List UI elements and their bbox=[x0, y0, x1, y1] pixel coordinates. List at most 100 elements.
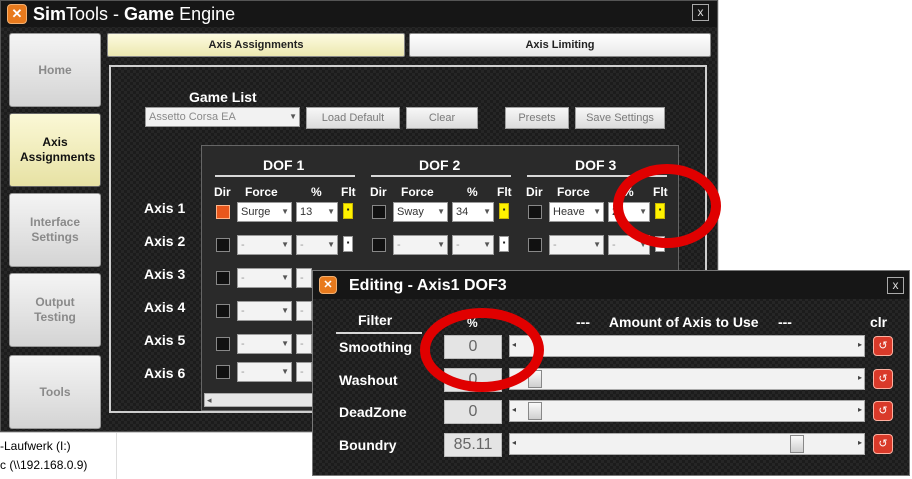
boundry-value[interactable]: 85.11 bbox=[444, 433, 502, 457]
network-drive-item[interactable]: c (\\192.168.0.9) bbox=[0, 458, 87, 472]
washout-slider[interactable]: ◂ ▸ bbox=[509, 368, 865, 390]
percent-select[interactable]: - bbox=[296, 362, 312, 382]
window-title: SimTools - Game Engine bbox=[33, 4, 236, 24]
force-select[interactable]: - ▼ bbox=[237, 268, 292, 288]
col-flt: Flt bbox=[497, 185, 512, 199]
tab-axis-limiting[interactable]: Axis Limiting bbox=[409, 33, 711, 57]
sidebar-item-axis-assignments[interactable]: Axis Assignments bbox=[9, 113, 101, 187]
sidebar-item-home[interactable]: Home bbox=[9, 33, 101, 107]
filter-button[interactable]: ▪ bbox=[499, 203, 509, 219]
deadzone-label: DeadZone bbox=[339, 404, 407, 420]
percent-select[interactable]: - ▼ bbox=[296, 235, 338, 255]
divider bbox=[371, 175, 511, 177]
boundry-slider[interactable]: ◂ ▸ bbox=[509, 433, 865, 455]
clr-header: clr bbox=[870, 314, 888, 330]
filter-button[interactable]: ▪ bbox=[343, 236, 353, 252]
clear-button[interactable]: Clear bbox=[406, 107, 478, 129]
percent-select[interactable]: - ▼ bbox=[452, 235, 494, 255]
force-select[interactable]: Heave ▼ bbox=[549, 202, 604, 222]
tab-axis-assignments[interactable]: Axis Assignments bbox=[107, 33, 405, 57]
game-list-label: Game List bbox=[189, 89, 257, 105]
divider bbox=[116, 433, 117, 479]
sidebar-item-label: Axis Assignments bbox=[20, 135, 96, 164]
presets-button[interactable]: Presets bbox=[505, 107, 569, 129]
col-dir: Dir bbox=[214, 185, 231, 199]
force-select[interactable]: - ▼ bbox=[237, 334, 292, 354]
divider bbox=[215, 175, 355, 177]
deadzone-slider[interactable]: ◂ ▸ bbox=[509, 400, 865, 422]
force-select[interactable]: Surge ▼ bbox=[237, 202, 292, 222]
slider-thumb[interactable] bbox=[790, 435, 804, 453]
sidebar-item-label: Tools bbox=[39, 384, 71, 399]
explorer-list: -Laufwerk (I:) c (\\192.168.0.9) bbox=[0, 432, 320, 479]
dir-checkbox[interactable] bbox=[528, 205, 542, 219]
filter-button[interactable]: ▪ bbox=[499, 236, 509, 252]
col-pct: % bbox=[311, 185, 322, 199]
axis-label: Axis 3 bbox=[144, 266, 186, 282]
filter-header: Filter bbox=[358, 312, 393, 328]
percent-select[interactable]: 13 ▼ bbox=[296, 202, 338, 222]
game-select[interactable]: Assetto Corsa EA ▼ bbox=[145, 107, 300, 127]
dir-checkbox[interactable] bbox=[216, 271, 230, 285]
horizontal-scrollbar[interactable]: ◂ bbox=[204, 393, 316, 407]
chevron-down-icon: ▼ bbox=[437, 240, 445, 249]
smoothing-slider[interactable]: ◂ ▸ bbox=[509, 335, 865, 357]
save-settings-button[interactable]: Save Settings bbox=[575, 107, 665, 129]
simtools-logo-icon: ✕ bbox=[319, 276, 337, 294]
smoothing-label: Smoothing bbox=[339, 339, 413, 355]
percent-select[interactable]: - bbox=[296, 301, 312, 321]
chevron-down-icon: ▼ bbox=[281, 207, 289, 216]
chevron-down-icon: ▼ bbox=[281, 339, 289, 348]
percent-select[interactable]: 34 ▼ bbox=[452, 202, 494, 222]
chevron-down-icon: ▼ bbox=[593, 207, 601, 216]
dof1-label: DOF 1 bbox=[263, 157, 305, 173]
close-button[interactable]: x bbox=[692, 4, 709, 21]
clear-boundry-button[interactable]: ↺ bbox=[873, 434, 893, 454]
washout-label: Washout bbox=[339, 372, 398, 388]
chevron-right-icon: ▸ bbox=[857, 438, 862, 447]
dir-checkbox[interactable] bbox=[216, 304, 230, 318]
sidebar-item-interface-settings[interactable]: Interface Settings bbox=[9, 193, 101, 267]
force-select[interactable]: - ▼ bbox=[237, 301, 292, 321]
force-select[interactable]: Sway ▼ bbox=[393, 202, 448, 222]
dir-checkbox[interactable] bbox=[528, 238, 542, 252]
amount-header: --- Amount of Axis to Use --- bbox=[576, 314, 792, 330]
dof3-label: DOF 3 bbox=[575, 157, 617, 173]
clear-deadzone-button[interactable]: ↺ bbox=[873, 401, 893, 421]
chevron-down-icon: ▼ bbox=[593, 240, 601, 249]
slider-thumb[interactable] bbox=[528, 402, 542, 420]
sidebar-item-tools[interactable]: Tools bbox=[9, 355, 101, 429]
chevron-right-icon: ▸ bbox=[857, 340, 862, 349]
chevron-down-icon: ▼ bbox=[289, 112, 297, 121]
percent-select[interactable]: - bbox=[296, 334, 312, 354]
chevron-down-icon: ▼ bbox=[281, 367, 289, 376]
percent-select[interactable]: - bbox=[296, 268, 312, 288]
load-default-button[interactable]: Load Default bbox=[306, 107, 400, 129]
deadzone-value[interactable]: 0 bbox=[444, 400, 502, 424]
force-select[interactable]: - ▼ bbox=[549, 235, 604, 255]
divider bbox=[718, 0, 719, 270]
clear-washout-button[interactable]: ↺ bbox=[873, 369, 893, 389]
axis-label: Axis 2 bbox=[144, 233, 186, 249]
force-select[interactable]: - ▼ bbox=[237, 235, 292, 255]
chevron-left-icon: ◂ bbox=[512, 405, 517, 414]
force-select[interactable]: - ▼ bbox=[237, 362, 292, 382]
background-desktop bbox=[718, 0, 912, 270]
red-circle-annotation bbox=[420, 308, 544, 392]
col-dir: Dir bbox=[370, 185, 387, 199]
chevron-down-icon: ▼ bbox=[281, 240, 289, 249]
dialog-title-bar: ✕ Editing - Axis1 DOF3 x bbox=[313, 271, 909, 299]
dir-checkbox[interactable] bbox=[216, 337, 230, 351]
dir-checkbox[interactable] bbox=[216, 238, 230, 252]
drive-item[interactable]: -Laufwerk (I:) bbox=[0, 439, 71, 453]
close-button[interactable]: x bbox=[887, 277, 904, 294]
force-select[interactable]: - ▼ bbox=[393, 235, 448, 255]
filter-button[interactable]: ▪ bbox=[343, 203, 353, 219]
clear-smoothing-button[interactable]: ↺ bbox=[873, 336, 893, 356]
dir-checkbox[interactable] bbox=[372, 238, 386, 252]
chevron-down-icon: ▼ bbox=[281, 273, 289, 282]
dir-checkbox[interactable] bbox=[216, 205, 230, 219]
sidebar-item-output-testing[interactable]: Output Testing bbox=[9, 273, 101, 347]
dir-checkbox[interactable] bbox=[372, 205, 386, 219]
dir-checkbox[interactable] bbox=[216, 365, 230, 379]
